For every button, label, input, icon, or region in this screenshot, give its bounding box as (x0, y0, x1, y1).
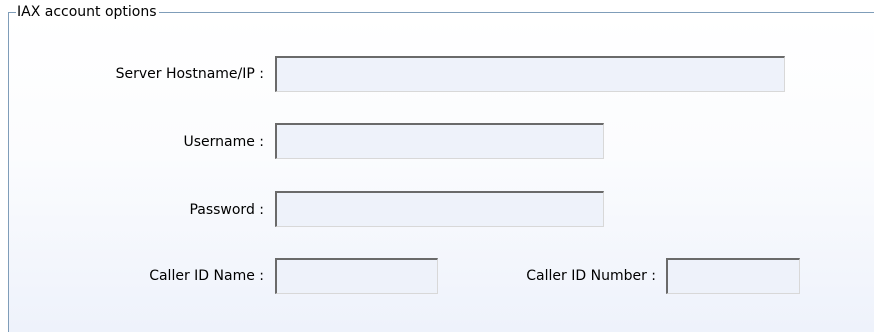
server-hostname-label: Server Hostname/IP : (115, 66, 264, 82)
username-input[interactable] (275, 123, 604, 159)
caller-id-name-label: Caller ID Name : (149, 268, 264, 284)
caller-id-number-label: Caller ID Number : (526, 268, 656, 284)
section-title: IAX account options (16, 2, 159, 22)
caller-id-name-input[interactable] (275, 258, 438, 294)
caller-id-number-input[interactable] (666, 258, 800, 294)
password-input[interactable] (275, 191, 604, 227)
server-hostname-input[interactable] (275, 56, 785, 92)
password-label: Password : (189, 202, 264, 218)
username-label: Username : (183, 134, 264, 150)
